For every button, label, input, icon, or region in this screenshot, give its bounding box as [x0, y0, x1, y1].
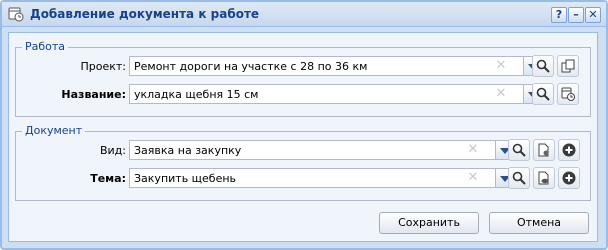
type-value: Заявка на закупку: [134, 144, 242, 157]
cancel-button[interactable]: Отмена: [489, 212, 589, 234]
name-schedule-button[interactable]: [557, 83, 579, 105]
project-clear-icon[interactable]: ✕: [494, 59, 508, 73]
title-bar[interactable]: Добавление документа к работе ? – ✕: [2, 2, 606, 27]
dialog-window: Добавление документа к работе ? – ✕ Рабо…: [0, 0, 608, 250]
subject-clear-icon[interactable]: ✕: [466, 171, 480, 185]
subject-field[interactable]: Закупить щебень ✕: [129, 168, 496, 188]
type-add-button[interactable]: [558, 139, 580, 161]
help-button[interactable]: ?: [551, 7, 567, 23]
work-fieldset: Работа Проект: Ремонт дороги на участке …: [15, 40, 591, 117]
schedule-icon: [561, 87, 575, 101]
copy-document-icon: [561, 59, 575, 73]
document-legend: Документ: [22, 124, 86, 137]
type-clear-icon[interactable]: ✕: [466, 143, 480, 157]
document-cloud-icon: [538, 171, 549, 185]
type-search-button[interactable]: [508, 139, 530, 161]
project-label: Проект:: [80, 60, 126, 73]
work-legend: Работа: [22, 40, 69, 53]
name-label: Название:: [61, 88, 126, 101]
minimize-button[interactable]: –: [568, 7, 584, 23]
subject-document-button[interactable]: [533, 167, 555, 189]
subject-value: Закупить щебень: [134, 172, 237, 185]
name-search-button[interactable]: [532, 83, 554, 105]
save-button[interactable]: Сохранить: [379, 212, 479, 234]
name-clear-icon[interactable]: ✕: [494, 87, 508, 101]
magnifier-icon: [512, 171, 526, 185]
add-circle-icon: [562, 143, 576, 157]
type-document-button[interactable]: [533, 139, 555, 161]
project-search-button[interactable]: [532, 55, 554, 77]
project-copy-button[interactable]: [557, 55, 579, 77]
calendar-clock-icon: [8, 6, 24, 22]
name-field[interactable]: укладка щебня 15 см ✕: [129, 84, 524, 104]
subject-label: Тема:: [90, 172, 126, 185]
magnifier-icon: [512, 143, 526, 157]
subject-add-button[interactable]: [558, 167, 580, 189]
dialog-body: Работа Проект: Ремонт дороги на участке …: [8, 32, 598, 242]
magnifier-icon: [536, 87, 550, 101]
dialog-title: Добавление документа к работе: [30, 7, 260, 21]
add-circle-icon: [562, 171, 576, 185]
type-field[interactable]: Заявка на закупку ✕: [129, 140, 496, 160]
name-value: укладка щебня 15 см: [134, 88, 259, 101]
project-field[interactable]: Ремонт дороги на участке с 28 по 36 км ✕: [129, 56, 524, 76]
subject-search-button[interactable]: [508, 167, 530, 189]
close-button[interactable]: ✕: [585, 7, 601, 23]
type-label: Вид:: [99, 144, 126, 157]
project-value: Ремонт дороги на участке с 28 по 36 км: [134, 60, 368, 73]
magnifier-icon: [536, 59, 550, 73]
document-settings-icon: [538, 143, 549, 157]
document-fieldset: Документ Вид: Заявка на закупку ✕ Тема: …: [15, 124, 591, 201]
